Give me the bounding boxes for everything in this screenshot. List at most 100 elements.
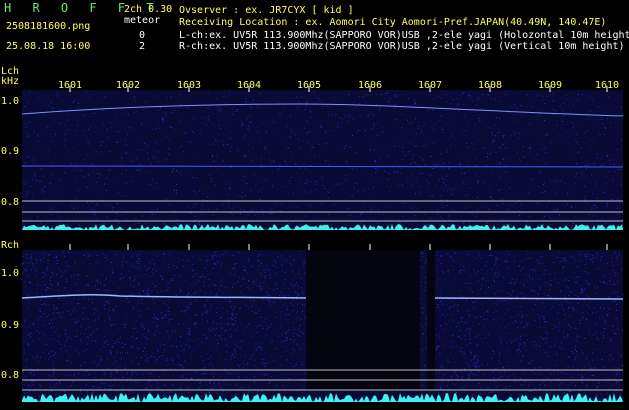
noise-dot bbox=[474, 300, 476, 302]
noise-dot bbox=[491, 170, 492, 172]
noise-dot bbox=[211, 156, 213, 158]
noise-dot bbox=[498, 352, 500, 354]
noise-dot bbox=[100, 175, 102, 177]
noise-dot bbox=[571, 151, 573, 153]
noise-dot bbox=[48, 288, 50, 289]
noise-dot bbox=[533, 340, 535, 342]
noise-dot bbox=[564, 296, 566, 298]
noise-dot bbox=[103, 223, 105, 225]
noise-dot bbox=[136, 356, 138, 358]
noise-dot bbox=[393, 146, 395, 147]
noise-dot bbox=[51, 390, 52, 392]
noise-dot bbox=[105, 204, 107, 206]
noise-dot bbox=[199, 259, 201, 261]
noise-dot bbox=[186, 294, 188, 296]
noise-dot bbox=[184, 360, 186, 362]
noise-dot bbox=[237, 195, 239, 197]
noise-dot bbox=[452, 345, 454, 347]
noise-dot bbox=[244, 194, 246, 196]
noise-dot bbox=[418, 125, 420, 127]
noise-dot bbox=[69, 347, 71, 348]
noise-dot bbox=[426, 180, 428, 182]
noise-dot bbox=[537, 293, 539, 295]
noise-dot bbox=[145, 343, 147, 345]
noise-dot bbox=[440, 119, 442, 121]
noise-dot bbox=[88, 279, 90, 280]
noise-dot bbox=[263, 373, 265, 375]
noise-dot bbox=[97, 279, 99, 281]
noise-dot bbox=[575, 163, 577, 165]
noise-dot bbox=[446, 175, 448, 177]
noise-dot bbox=[529, 257, 531, 259]
noise-dot bbox=[443, 393, 445, 395]
noise-dot bbox=[28, 262, 30, 264]
noise-dot bbox=[531, 309, 533, 311]
noise-dot bbox=[393, 101, 394, 103]
noise-dot bbox=[586, 319, 587, 320]
noise-dot bbox=[492, 371, 493, 373]
noise-dot bbox=[221, 334, 223, 336]
rch-signal-gap bbox=[427, 250, 435, 390]
noise-dot bbox=[78, 103, 79, 104]
noise-dot bbox=[86, 343, 88, 345]
noise-dot bbox=[561, 392, 563, 394]
noise-dot bbox=[89, 335, 91, 336]
noise-dot bbox=[569, 396, 571, 398]
noise-dot bbox=[168, 299, 170, 301]
noise-dot bbox=[596, 337, 598, 338]
noise-dot bbox=[151, 290, 153, 292]
noise-dot bbox=[609, 284, 611, 286]
noise-dot bbox=[453, 374, 455, 375]
noise-dot bbox=[432, 195, 434, 197]
noise-dot bbox=[223, 381, 225, 383]
noise-dot bbox=[519, 215, 521, 217]
noise-dot bbox=[462, 321, 464, 323]
noise-dot bbox=[483, 325, 485, 327]
noise-dot bbox=[152, 129, 154, 131]
noise-dot bbox=[284, 279, 286, 280]
noise-dot bbox=[44, 284, 46, 286]
noise-dot bbox=[115, 141, 117, 143]
noise-dot bbox=[399, 222, 401, 224]
noise-dot bbox=[74, 386, 76, 388]
noise-dot bbox=[577, 302, 579, 304]
noise-dot bbox=[303, 163, 305, 165]
noise-dot bbox=[196, 193, 198, 195]
noise-dot bbox=[462, 295, 464, 297]
noise-dot bbox=[432, 162, 434, 164]
noise-dot bbox=[496, 263, 498, 265]
noise-dot bbox=[253, 353, 255, 355]
noise-dot bbox=[123, 376, 124, 378]
noise-dot bbox=[236, 346, 238, 348]
noise-dot bbox=[543, 292, 545, 294]
noise-dot bbox=[142, 326, 144, 328]
noise-dot bbox=[110, 388, 112, 390]
noise-dot bbox=[621, 195, 623, 197]
noise-dot bbox=[69, 129, 71, 131]
noise-dot bbox=[161, 118, 163, 120]
noise-dot bbox=[138, 283, 140, 285]
noise-dot bbox=[535, 267, 537, 269]
noise-dot bbox=[370, 149, 372, 151]
noise-dot bbox=[159, 376, 161, 377]
noise-dot bbox=[276, 281, 278, 283]
noise-dot bbox=[422, 348, 424, 350]
noise-dot bbox=[66, 113, 67, 115]
noise-dot bbox=[243, 330, 245, 332]
noise-dot bbox=[166, 304, 168, 306]
noise-dot bbox=[294, 163, 296, 164]
noise-dot bbox=[547, 333, 548, 335]
noise-dot bbox=[182, 374, 184, 376]
noise-dot bbox=[568, 356, 570, 358]
noise-dot bbox=[237, 396, 239, 398]
noise-dot bbox=[95, 131, 97, 133]
noise-dot bbox=[263, 362, 265, 364]
noise-dot bbox=[556, 300, 558, 302]
noise-dot bbox=[213, 381, 215, 383]
noise-dot bbox=[540, 354, 542, 356]
noise-dot bbox=[293, 268, 295, 270]
noise-dot bbox=[517, 313, 519, 315]
noise-dot bbox=[596, 338, 598, 339]
noise-dot bbox=[64, 124, 66, 126]
noise-dot bbox=[22, 272, 24, 274]
